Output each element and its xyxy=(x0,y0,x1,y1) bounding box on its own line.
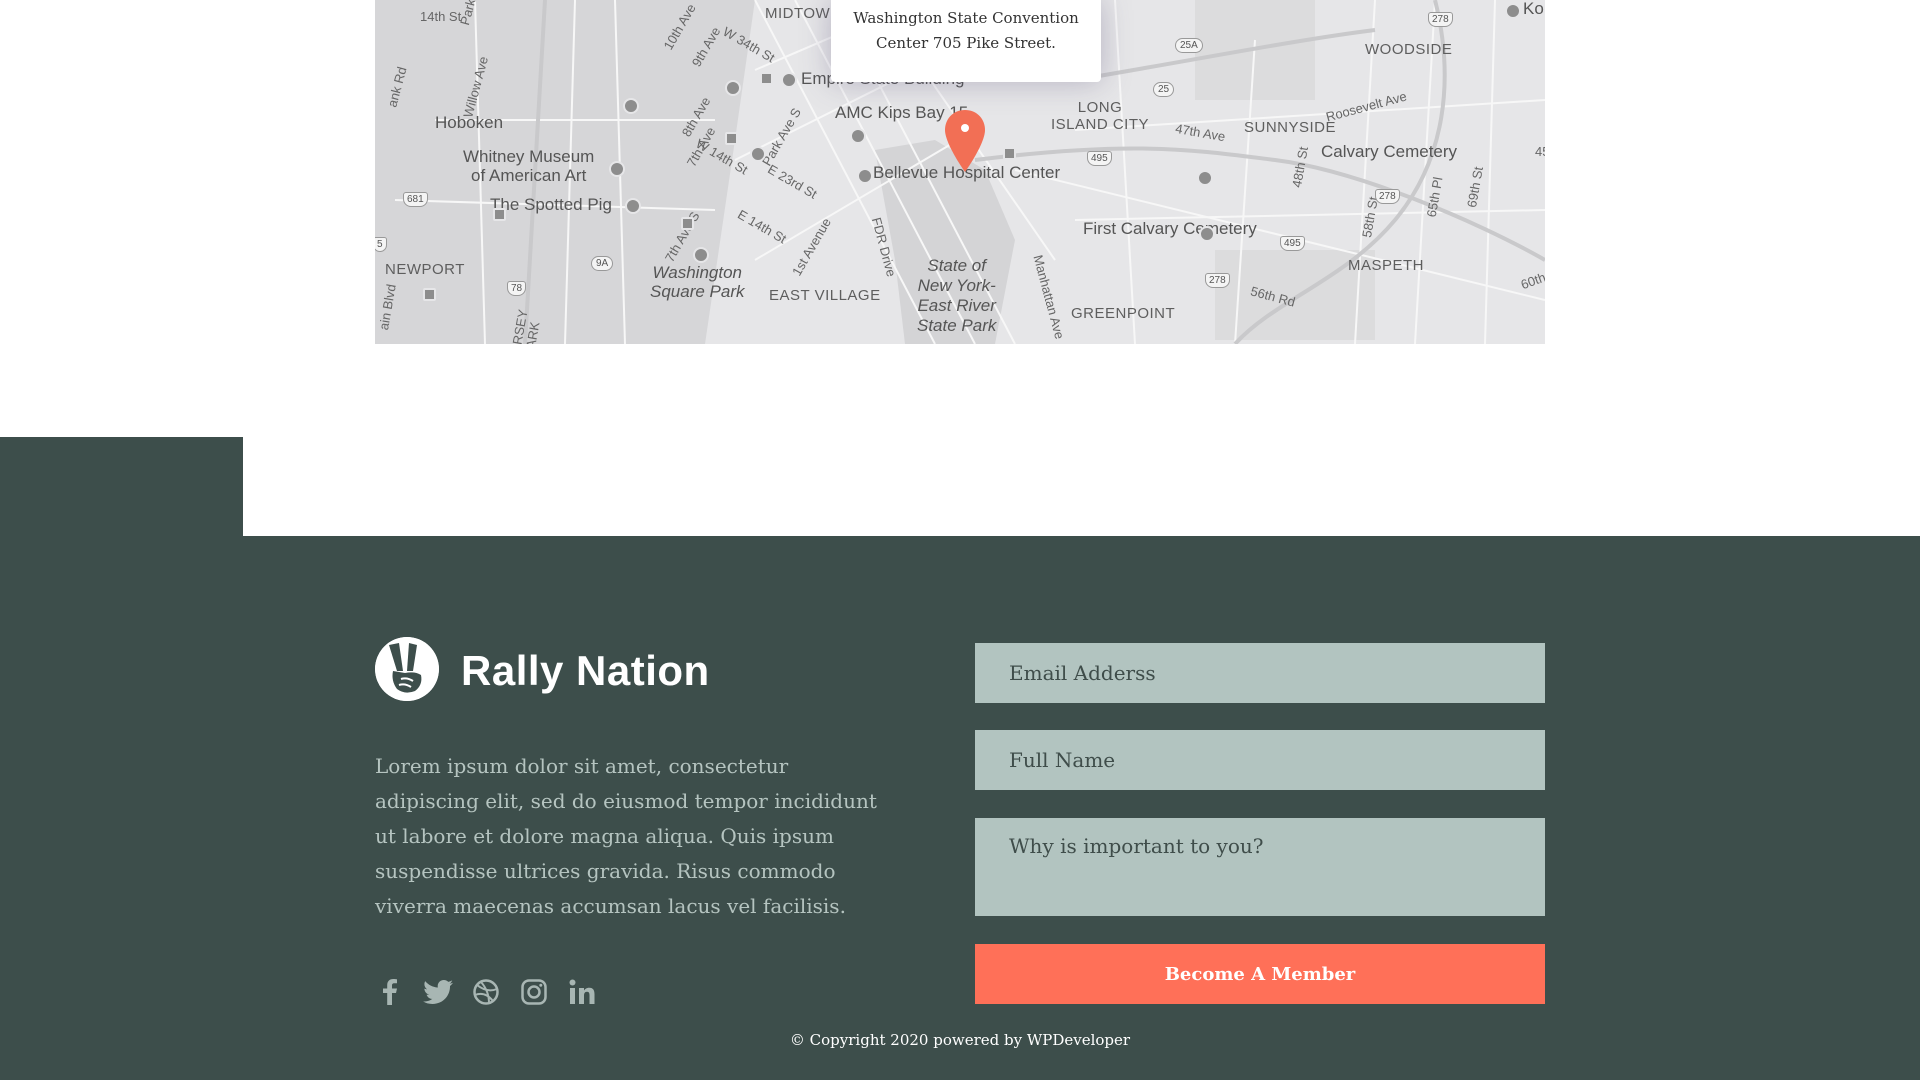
map-poi-icon xyxy=(850,128,866,144)
facebook-icon[interactable] xyxy=(375,978,405,1006)
brand-logo[interactable]: Rally Nation xyxy=(375,637,710,701)
map-poi-icon xyxy=(857,168,873,184)
map-poi-icon xyxy=(760,72,773,85)
highway-shield: 5 xyxy=(375,237,387,252)
map-poi-icon xyxy=(750,146,766,162)
map-area-label: Ko xyxy=(1523,0,1544,18)
map-poi-icon xyxy=(623,98,639,114)
map-poi-icon xyxy=(1505,3,1521,19)
peace-hand-icon xyxy=(375,637,439,701)
map-area-label: NEWPORT xyxy=(385,261,465,278)
map-street-label: 45th Av xyxy=(1535,144,1545,159)
map-poi-icon xyxy=(625,198,641,214)
copyright-text: © Copyright 2020 powered by WPDeveloper xyxy=(789,1031,1131,1049)
map-popup-address: Washington State Convention Center 705 P… xyxy=(853,9,1079,52)
map-area-label: LONG ISLAND CITY xyxy=(1051,99,1150,133)
highway-shield: 495 xyxy=(1087,151,1112,166)
map-poi-icon xyxy=(493,208,506,221)
email-field[interactable] xyxy=(975,643,1545,703)
map-poi-label: The Spotted Pig xyxy=(490,195,612,214)
map-poi-icon xyxy=(1003,147,1016,160)
map-poi-label: State of New York- East River State Park xyxy=(917,256,997,335)
become-member-button[interactable]: Become A Member xyxy=(975,944,1545,1004)
map-area-label: MASPETH xyxy=(1348,257,1425,274)
map-poi-icon xyxy=(609,161,625,177)
highway-shield: 25 xyxy=(1153,82,1175,97)
highway-shield: 25A xyxy=(1175,38,1203,53)
map-poi-label: Calvary Cemetery xyxy=(1321,142,1458,161)
map-marker-icon[interactable] xyxy=(945,110,985,172)
linkedin-icon[interactable] xyxy=(567,978,597,1006)
map-poi-icon xyxy=(725,80,741,96)
map-info-popup: Washington State Convention Center 705 P… xyxy=(831,0,1101,82)
map-area-label: SUNNYSIDE xyxy=(1244,119,1337,136)
highway-shield: 78 xyxy=(507,281,527,296)
map-area-label: EAST VILLAGE xyxy=(769,287,881,304)
map-poi-icon xyxy=(1197,170,1213,186)
highway-shield: 495 xyxy=(1280,236,1305,251)
footer xyxy=(0,536,1920,1080)
map-poi-icon xyxy=(725,132,738,145)
map-poi-icon xyxy=(781,72,797,88)
map-poi-icon xyxy=(693,247,709,263)
twitter-icon[interactable] xyxy=(423,978,453,1006)
full-name-field[interactable] xyxy=(975,730,1545,790)
map-poi-icon xyxy=(681,217,694,230)
highway-shield: 278 xyxy=(1375,189,1400,204)
map-area-label: WOODSIDE xyxy=(1365,41,1453,58)
decorative-band xyxy=(0,437,243,537)
map-poi-label: First Calvary Cemetery xyxy=(1083,219,1257,238)
map-street-label: 14th St xyxy=(420,9,462,24)
highway-shield: 278 xyxy=(1428,12,1453,27)
brand-name: Rally Nation xyxy=(461,647,710,694)
map-poi-icon xyxy=(423,288,436,301)
highway-shield: 681 xyxy=(403,192,428,207)
map-area-label: Hoboken xyxy=(435,113,504,132)
highway-shield: 278 xyxy=(1205,273,1230,288)
dribbble-icon[interactable] xyxy=(471,978,501,1006)
social-links xyxy=(375,978,615,1006)
map-poi-label: Washington Square Park xyxy=(650,263,745,301)
why-important-field[interactable] xyxy=(975,818,1545,916)
instagram-icon[interactable] xyxy=(519,978,549,1006)
highway-shield: 9A xyxy=(591,256,614,271)
map-area-label: GREENPOINT xyxy=(1071,305,1176,322)
about-text: Lorem ipsum dolor sit amet, consectetur … xyxy=(375,754,877,918)
map-poi-label: Whitney Museum of American Art xyxy=(463,147,595,185)
map-poi-icon xyxy=(1199,226,1215,242)
